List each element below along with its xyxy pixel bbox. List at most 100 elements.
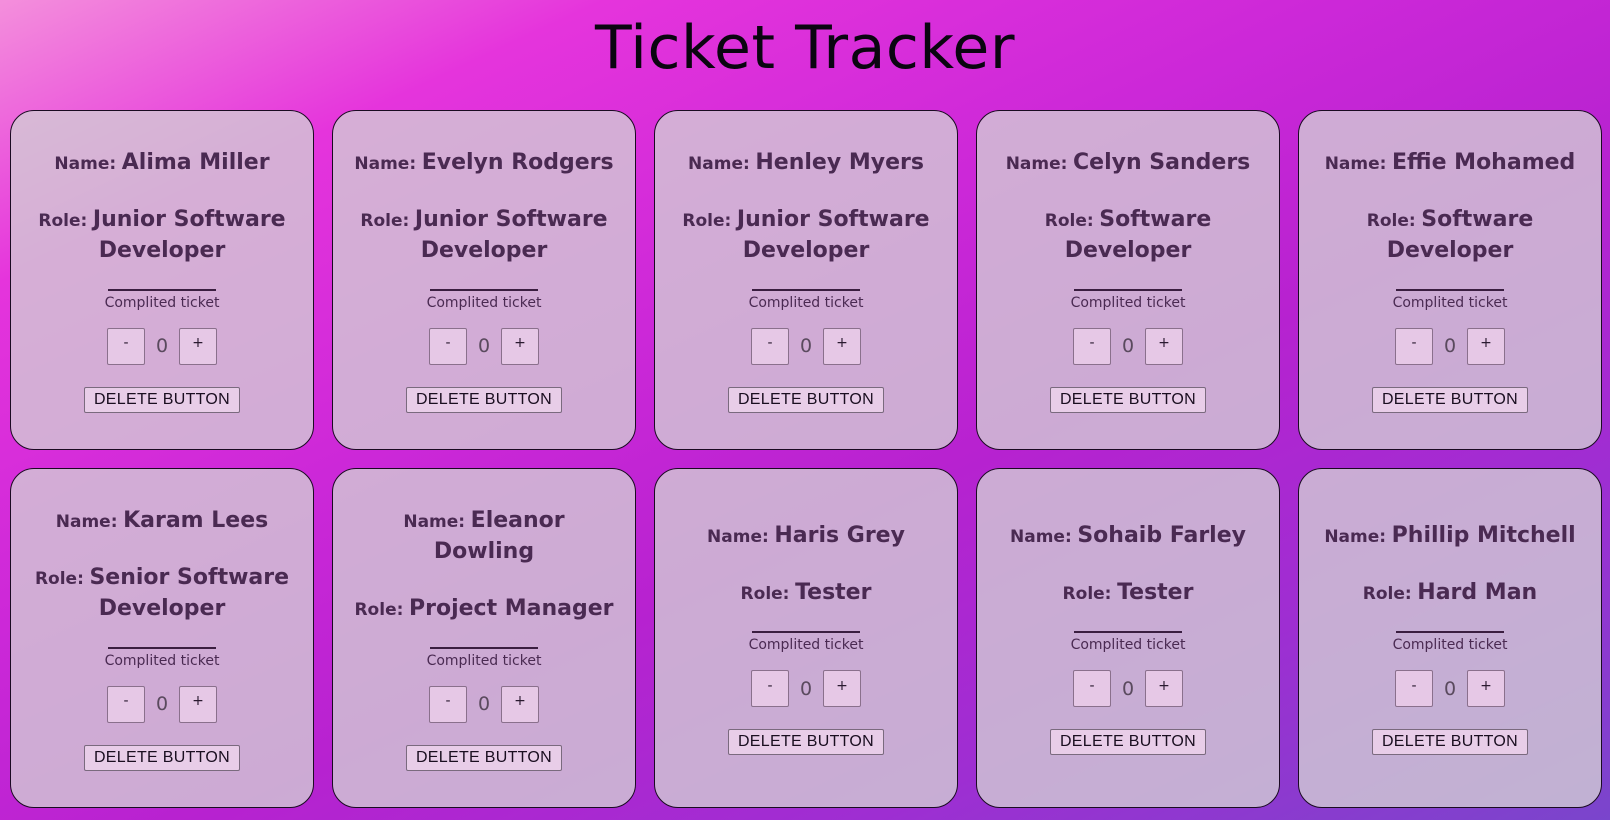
increment-button[interactable]: + xyxy=(823,670,861,707)
employee-name: Effie Mohamed xyxy=(1392,149,1576,175)
completed-ticket-label: Complited ticket xyxy=(1392,294,1508,311)
ticket-counter: - 0 + xyxy=(1395,327,1505,365)
employee-name: Sohaib Farley xyxy=(1077,523,1246,548)
employee-role: Junior Software Developer xyxy=(92,206,286,263)
decrement-button[interactable]: - xyxy=(429,685,467,723)
role-field: Role: Software Developer xyxy=(1317,205,1583,267)
employee-role: Project Manager xyxy=(408,595,614,621)
ticket-counter: - 0 + xyxy=(1073,327,1183,365)
completed-ticket-label: Complited ticket xyxy=(748,637,864,653)
employee-name: Haris Grey xyxy=(774,523,905,548)
name-label: Name: xyxy=(403,511,466,532)
name-label: Name: xyxy=(55,511,118,532)
delete-button[interactable]: DELETE BUTTON xyxy=(405,744,563,771)
delete-button[interactable]: DELETE BUTTON xyxy=(727,729,885,755)
ticket-counter: - 0 + xyxy=(1073,670,1183,707)
name-field: Name: Alima Miller xyxy=(54,148,269,179)
increment-button[interactable]: + xyxy=(501,327,539,365)
decrement-button[interactable]: - xyxy=(1073,670,1111,707)
increment-button[interactable]: + xyxy=(1145,670,1183,707)
delete-button[interactable]: DELETE BUTTON xyxy=(83,386,241,413)
name-field: Name: Haris Grey xyxy=(707,521,905,552)
delete-button[interactable]: DELETE BUTTON xyxy=(1371,386,1529,413)
employee-card: Name: Karam Lees Role: Senior Software D… xyxy=(10,468,314,808)
ticket-count: 0 xyxy=(1443,335,1457,357)
employee-role: Junior Software Developer xyxy=(736,206,930,263)
employee-card: Name: Sohaib Farley Role: Tester Complit… xyxy=(976,468,1280,808)
delete-button[interactable]: DELETE BUTTON xyxy=(1049,729,1207,755)
increment-button[interactable]: + xyxy=(179,685,217,723)
employee-role: Tester xyxy=(1117,580,1194,605)
ticket-count: 0 xyxy=(477,693,491,715)
divider xyxy=(1074,631,1182,633)
ticket-count: 0 xyxy=(1443,677,1457,700)
role-label: Role: xyxy=(1044,210,1094,231)
divider xyxy=(752,288,860,291)
completed-ticket-label: Complited ticket xyxy=(426,294,542,311)
decrement-button[interactable]: - xyxy=(1395,327,1433,365)
name-field: Name: Evelyn Rodgers xyxy=(354,148,613,179)
increment-button[interactable]: + xyxy=(1467,670,1505,707)
role-label: Role: xyxy=(38,210,88,231)
role-field: Role: Project Manager xyxy=(354,594,613,625)
completed-ticket-label: Complited ticket xyxy=(104,652,220,669)
role-field: Role: Tester xyxy=(1063,578,1194,609)
ticket-count: 0 xyxy=(155,693,169,715)
employee-card: Name: Phillip Mitchell Role: Hard Man Co… xyxy=(1298,468,1602,808)
name-label: Name: xyxy=(1324,153,1387,174)
name-field: Name: Effie Mohamed xyxy=(1325,148,1576,179)
increment-button[interactable]: + xyxy=(179,327,217,365)
employee-card: Name: Alima Miller Role: Junior Software… xyxy=(10,110,314,450)
role-field: Role: Software Developer xyxy=(995,205,1261,267)
decrement-button[interactable]: - xyxy=(1073,327,1111,365)
role-label: Role: xyxy=(34,568,84,589)
decrement-button[interactable]: - xyxy=(107,685,145,723)
employee-grid: Name: Alima Miller Role: Junior Software… xyxy=(10,110,1602,808)
role-label: Role: xyxy=(360,210,410,231)
divider xyxy=(1396,288,1504,291)
employee-role: Hard Man xyxy=(1417,580,1538,605)
increment-button[interactable]: + xyxy=(1145,327,1183,365)
page-title: Ticket Tracker xyxy=(594,13,1016,83)
delete-button[interactable]: DELETE BUTTON xyxy=(727,386,885,413)
divider xyxy=(108,646,216,649)
completed-ticket-label: Complited ticket xyxy=(748,294,864,311)
completed-ticket-label: Complited ticket xyxy=(426,652,542,669)
divider xyxy=(108,288,216,291)
completed-ticket-label: Complited ticket xyxy=(1070,294,1186,311)
divider xyxy=(430,288,538,291)
increment-button[interactable]: + xyxy=(501,685,539,723)
name-label: Name: xyxy=(354,153,417,174)
ticket-count: 0 xyxy=(1121,335,1135,357)
decrement-button[interactable]: - xyxy=(751,670,789,707)
decrement-button[interactable]: - xyxy=(107,327,145,365)
role-field: Role: Tester xyxy=(741,578,872,609)
employee-card: Name: Henley Myers Role: Junior Software… xyxy=(654,110,958,450)
divider xyxy=(430,646,538,649)
delete-button[interactable]: DELETE BUTTON xyxy=(1371,729,1529,755)
ticket-count: 0 xyxy=(1121,677,1135,700)
employee-card: Name: Effie Mohamed Role: Software Devel… xyxy=(1298,110,1602,450)
employee-card: Name: Haris Grey Role: Tester Complited … xyxy=(654,468,958,808)
delete-button[interactable]: DELETE BUTTON xyxy=(83,744,241,771)
employee-name: Phillip Mitchell xyxy=(1391,523,1576,548)
name-label: Name: xyxy=(707,527,769,547)
name-field: Name: Eleanor Dowling xyxy=(351,506,617,568)
name-label: Name: xyxy=(1324,527,1387,547)
employee-card: Name: Eleanor Dowling Role: Project Mana… xyxy=(332,468,636,808)
role-label: Role: xyxy=(1366,210,1416,231)
increment-button[interactable]: + xyxy=(1467,327,1505,365)
name-field: Name: Phillip Mitchell xyxy=(1324,521,1575,552)
decrement-button[interactable]: - xyxy=(1395,670,1433,707)
delete-button[interactable]: DELETE BUTTON xyxy=(1049,386,1207,413)
role-label: Role: xyxy=(1062,584,1112,604)
decrement-button[interactable]: - xyxy=(429,327,467,365)
employee-role: Senior Software Developer xyxy=(89,564,290,621)
employee-role: Junior Software Developer xyxy=(414,206,608,263)
increment-button[interactable]: + xyxy=(823,327,861,365)
decrement-button[interactable]: - xyxy=(751,327,789,365)
name-field: Name: Henley Myers xyxy=(688,148,924,179)
delete-button[interactable]: DELETE BUTTON xyxy=(405,386,563,413)
role-field: Role: Junior Software Developer xyxy=(673,205,939,267)
role-label: Role: xyxy=(354,599,404,620)
